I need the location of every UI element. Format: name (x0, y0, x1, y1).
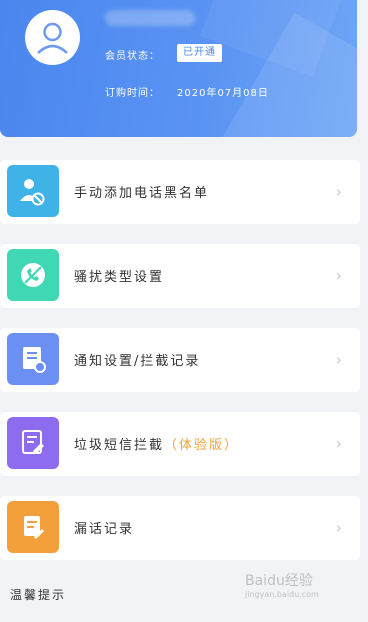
notify-record-icon (7, 333, 59, 385)
menu-item-label: 骚扰类型设置 (74, 270, 165, 285)
menu-item-missed-calls[interactable]: 漏话记录 › (0, 496, 360, 560)
order-date: 2020年07月08日 (177, 88, 269, 99)
user-icon (28, 13, 77, 62)
menu-item-label: 手动添加电话黑名单 (74, 186, 210, 201)
menu-item-harass-type[interactable]: 骚扰类型设置 › (0, 244, 360, 308)
user-name-blurred (105, 10, 195, 26)
menu-item-notify-settings[interactable]: 通知设置/拦截记录 › (0, 328, 360, 392)
watermark-url: jingyan.baidu.com (245, 590, 319, 599)
trial-tag: （体验版） (164, 438, 240, 453)
chevron-right-icon: › (335, 182, 342, 201)
user-block-icon (7, 165, 59, 217)
member-header: 会员状态： 已开通 订购时间： 2020年07月08日 (0, 0, 357, 137)
chevron-right-icon: › (335, 434, 342, 453)
menu-item-manual-blacklist[interactable]: 手动添加电话黑名单 › (0, 160, 360, 224)
chevron-right-icon: › (335, 518, 342, 537)
status-label: 会员状态： (105, 51, 160, 62)
watermark-brand: Baidu经验 (245, 573, 313, 589)
block-phone-icon (7, 249, 59, 301)
order-label: 订购时间： (105, 88, 160, 99)
menu-item-label: 垃圾短信拦截（体验版） (74, 438, 240, 453)
menu-item-label: 通知设置/拦截记录 (74, 354, 201, 369)
tips-heading: 温馨提示 (10, 588, 67, 602)
status-badge: 已开通 (177, 44, 222, 62)
watermark: Baidu经验 jingyan.baidu.com (245, 570, 319, 599)
sms-filter-icon (7, 417, 59, 469)
chevron-right-icon: › (335, 350, 342, 369)
menu-item-label: 漏话记录 (74, 522, 135, 537)
avatar[interactable] (25, 10, 80, 65)
chevron-right-icon: › (335, 266, 342, 285)
missed-call-icon (7, 501, 59, 553)
menu-item-spam-sms[interactable]: 垃圾短信拦截（体验版） › (0, 412, 360, 476)
